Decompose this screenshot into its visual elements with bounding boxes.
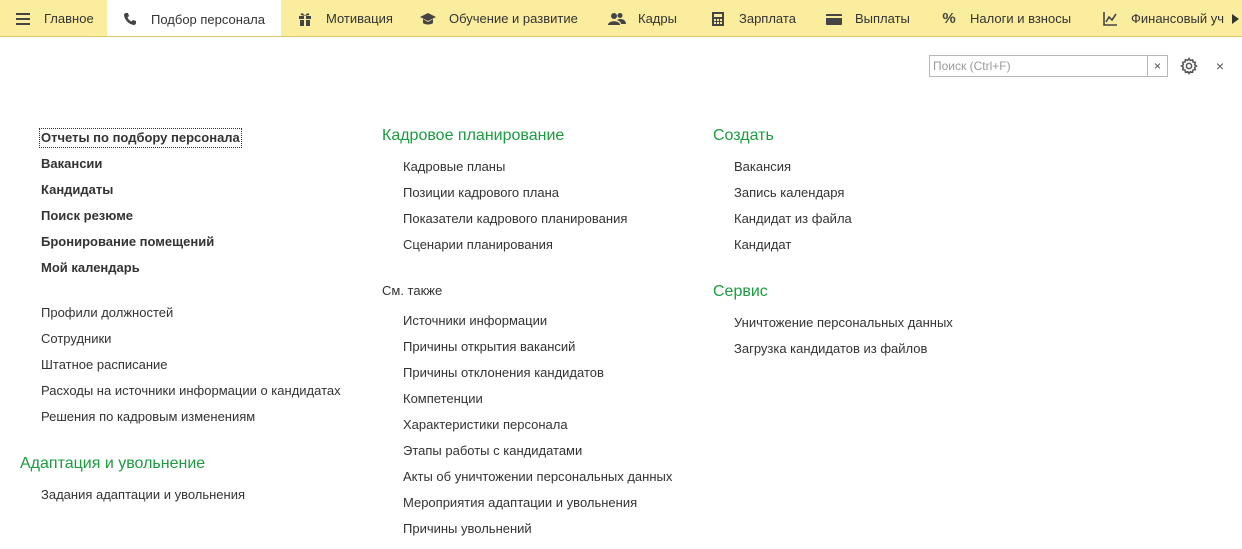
tab-recruitment[interactable]: Подбор персонала — [107, 0, 281, 36]
heading-service: Сервис — [713, 283, 768, 300]
link-create-vacancy[interactable]: Вакансия — [734, 159, 791, 175]
tab-label: Налоги и взносы — [970, 11, 1072, 26]
heading-adaptation: Адаптация и увольнение — [20, 455, 206, 472]
link-load-candidates[interactable]: Загрузка кандидатов из файлов — [734, 341, 927, 357]
link-my-calendar[interactable]: Мой календарь — [41, 260, 140, 276]
link-create-calendar-entry[interactable]: Запись календаря — [734, 185, 844, 201]
link-destroy-personal-data[interactable]: Уничтожение персональных данных — [734, 315, 953, 331]
search-input[interactable] — [930, 56, 1146, 76]
people-icon — [608, 10, 626, 28]
link-data-destruction-acts[interactable]: Акты об уничтожении персональных данных — [403, 469, 672, 485]
tab-training[interactable]: Обучение и развитие — [405, 0, 593, 36]
link-vacancies[interactable]: Вакансии — [41, 156, 102, 172]
link-room-booking[interactable]: Бронирование помещений — [41, 234, 214, 250]
link-source-expenses[interactable]: Расходы на источники информации о кандид… — [41, 383, 341, 399]
gift-icon — [296, 10, 314, 28]
link-employees[interactable]: Сотрудники — [41, 331, 111, 347]
tab-label: Мотивация — [326, 11, 393, 26]
tab-label: Финансовый уч — [1131, 11, 1225, 26]
link-planning-scenarios[interactable]: Сценарии планирования — [403, 237, 553, 253]
link-staff-schedule[interactable]: Штатное расписание — [41, 357, 168, 373]
link-recruitment-reports[interactable]: Отчеты по подбору персонала — [39, 128, 242, 148]
link-create-candidate-from-file[interactable]: Кандидат из файла — [734, 211, 852, 227]
graduation-cap-icon — [419, 10, 437, 28]
tab-main[interactable]: Главное — [0, 0, 106, 36]
calculator-icon — [709, 10, 727, 28]
search-clear-button[interactable]: × — [1147, 56, 1167, 76]
hamburger-icon — [14, 10, 32, 28]
tab-label: Главное — [44, 11, 94, 26]
heading-hr-planning: Кадровое планирование — [382, 127, 565, 144]
link-candidate-stages[interactable]: Этапы работы с кандидатами — [403, 443, 582, 459]
percent-icon: % — [942, 10, 956, 27]
tab-motivation[interactable]: Мотивация — [282, 0, 404, 36]
tabs-scroll-right-button[interactable] — [1228, 0, 1242, 36]
link-adaptation-events[interactable]: Мероприятия адаптации и увольнения — [403, 495, 637, 511]
link-vacancy-reasons[interactable]: Причины открытия вакансий — [403, 339, 575, 355]
link-adaptation-tasks[interactable]: Задания адаптации и увольнения — [41, 487, 245, 503]
tab-label: Подбор персонала — [151, 11, 265, 27]
link-info-sources[interactable]: Источники информации — [403, 313, 547, 329]
tab-label: Кадры — [638, 11, 677, 26]
triangle-right-icon — [1231, 13, 1239, 24]
link-planning-indicators[interactable]: Показатели кадрового планирования — [403, 211, 627, 227]
link-staff-characteristics[interactable]: Характеристики персонала — [403, 417, 568, 433]
wallet-icon — [825, 10, 843, 28]
tab-payments[interactable]: Выплаты — [811, 0, 925, 36]
tab-label: Зарплата — [739, 11, 796, 26]
tab-label: Обучение и развитие — [449, 11, 578, 26]
link-rejection-reasons[interactable]: Причины отклонения кандидатов — [403, 365, 604, 381]
search-box: × — [929, 55, 1168, 77]
heading-see-also: См. также — [382, 283, 443, 298]
gear-icon[interactable] — [1180, 57, 1198, 75]
chart-axis-icon — [1101, 10, 1119, 28]
link-personnel-decisions[interactable]: Решения по кадровым изменениям — [41, 409, 255, 425]
tab-finance[interactable]: Финансовый уч — [1087, 0, 1242, 36]
link-position-profiles[interactable]: Профили должностей — [41, 305, 173, 321]
tab-personnel[interactable]: Кадры — [594, 0, 694, 36]
link-create-candidate[interactable]: Кандидат — [734, 237, 791, 253]
tab-label: Выплаты — [855, 11, 910, 26]
link-candidates[interactable]: Кандидаты — [41, 182, 113, 198]
phone-icon — [121, 10, 139, 28]
tab-salary[interactable]: Зарплата — [695, 0, 810, 36]
link-dismissal-reasons[interactable]: Причины увольнений — [403, 521, 532, 537]
close-button[interactable]: × — [1213, 58, 1227, 74]
tab-taxes[interactable]: % Налоги и взносы — [926, 0, 1086, 36]
heading-create: Создать — [713, 127, 774, 144]
link-competencies[interactable]: Компетенции — [403, 391, 483, 407]
link-resume-search[interactable]: Поиск резюме — [41, 208, 133, 224]
link-hr-plans[interactable]: Кадровые планы — [403, 159, 505, 175]
link-plan-positions[interactable]: Позиции кадрового плана — [403, 185, 559, 201]
section-panel: Главное Подбор персонала Мотивация Обуче… — [0, 0, 1242, 37]
